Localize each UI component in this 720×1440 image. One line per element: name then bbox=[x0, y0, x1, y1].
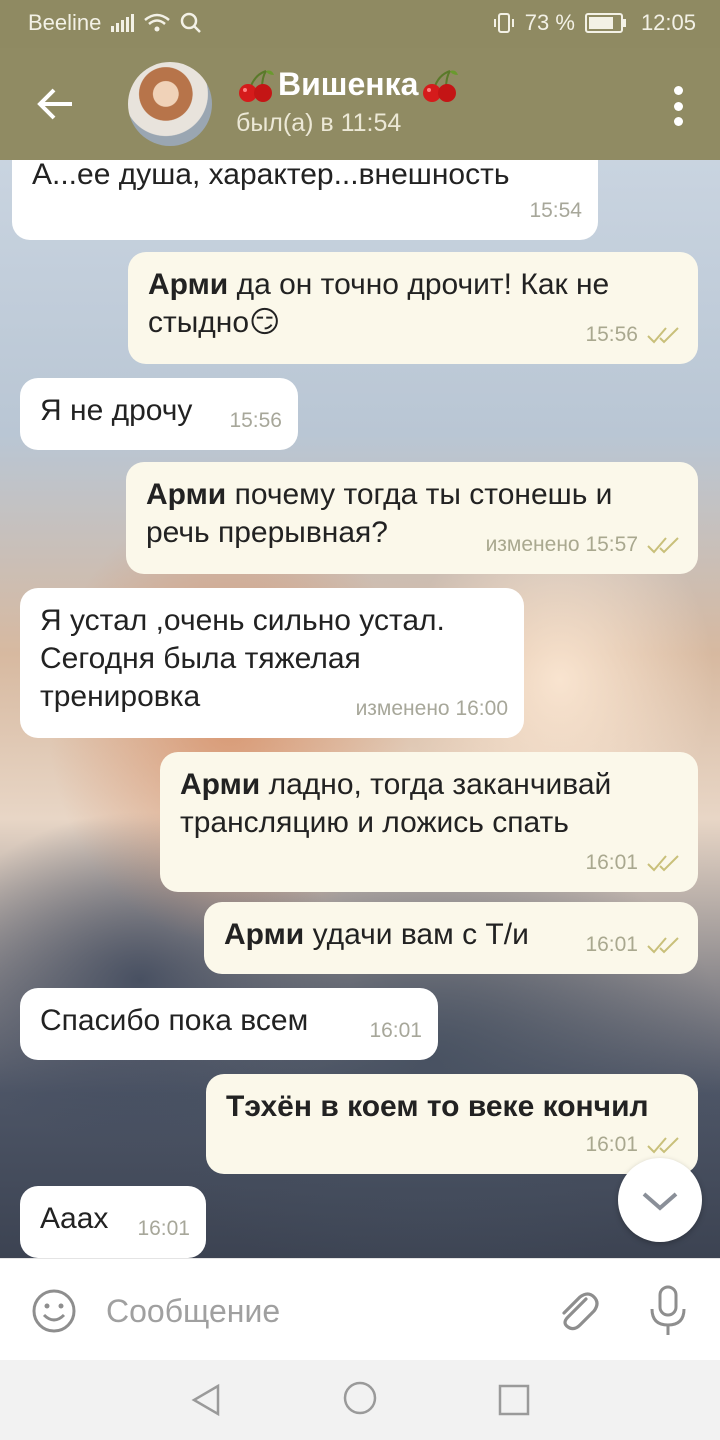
chat-header: Вишенка был(а) в 11:54 bbox=[0, 48, 720, 160]
message-time: 16:01 bbox=[137, 1217, 190, 1240]
read-ticks-icon bbox=[647, 937, 679, 954]
cherry-icon bbox=[239, 69, 274, 102]
scroll-to-bottom-button[interactable] bbox=[618, 1158, 702, 1242]
clock: 12:05 bbox=[640, 10, 696, 35]
message-time: 15:56 bbox=[229, 409, 282, 432]
message-text: Аaax bbox=[40, 1202, 109, 1235]
read-ticks-icon bbox=[647, 327, 679, 344]
message-bubble[interactable]: Арми удачи вам с Т/и 16:01 bbox=[204, 902, 698, 974]
battery-percent: 73 % bbox=[524, 10, 575, 35]
nav-recents-icon[interactable] bbox=[494, 1380, 534, 1420]
avatar[interactable] bbox=[128, 62, 212, 146]
message-bubble[interactable]: Аaax 16:01 bbox=[20, 1186, 206, 1258]
battery-icon bbox=[584, 13, 626, 33]
cherry-icon bbox=[423, 69, 459, 102]
nav-back-icon[interactable] bbox=[186, 1380, 226, 1420]
wifi-icon bbox=[144, 13, 171, 32]
message-text: А...ее душа, характер...внешность bbox=[32, 160, 510, 191]
message-time: 15:56 bbox=[585, 323, 638, 346]
microphone-icon[interactable] bbox=[646, 1283, 690, 1337]
message-bubble[interactable]: Арми ладно, тогда заканчивай трансляцию … bbox=[160, 752, 698, 892]
message-sender: Арми bbox=[146, 478, 227, 511]
emoji-icon[interactable] bbox=[30, 1287, 78, 1335]
message-time: 16:01 bbox=[585, 851, 638, 874]
message-text: удачи вам с Т/и bbox=[304, 918, 529, 951]
read-ticks-icon bbox=[647, 855, 679, 872]
message-bubble[interactable]: Спасибо пока всем 16:01 bbox=[20, 988, 438, 1060]
more-menu-icon[interactable] bbox=[672, 86, 684, 126]
message-time: изменено 15:57 bbox=[485, 533, 638, 556]
message-bubble[interactable]: Арми почему тогда ты стонешь и речь прер… bbox=[126, 462, 698, 574]
search-icon bbox=[181, 12, 202, 33]
message-text: Я не дрочу bbox=[40, 394, 193, 427]
message-composer bbox=[0, 1258, 720, 1361]
message-bubble[interactable]: А...ее душа, характер...внешность 15:54 bbox=[12, 160, 598, 240]
system-nav-bar bbox=[0, 1360, 720, 1440]
back-arrow-icon[interactable] bbox=[32, 82, 80, 126]
message-time: изменено 16:00 bbox=[355, 697, 508, 720]
status-bar: Beeline 73 % 12:05 bbox=[0, 0, 720, 48]
chat-title-block[interactable]: Вишенка был(а) в 11:54 bbox=[236, 66, 460, 138]
chevron-down-icon bbox=[642, 1192, 678, 1211]
message-bubble[interactable]: Я не дрочу 15:56 bbox=[20, 378, 298, 450]
chat-title-text: Вишенка bbox=[278, 66, 419, 102]
chat-title: Вишенка bbox=[236, 66, 460, 103]
message-text: Спасибо пока всем bbox=[40, 1004, 309, 1037]
nav-home-icon[interactable] bbox=[340, 1378, 380, 1418]
message-list[interactable]: А...ее душа, характер...внешность 15:54 … bbox=[0, 160, 720, 1258]
vibrate-icon bbox=[493, 13, 514, 33]
message-sender: Арми bbox=[224, 918, 305, 951]
message-bubble[interactable]: Я устал ,очень сильно устал. Сегодня был… bbox=[20, 588, 524, 738]
signal-icon bbox=[111, 14, 135, 32]
read-ticks-icon bbox=[647, 537, 679, 554]
message-text: Тэхён в коем то веке кончил bbox=[226, 1090, 649, 1123]
message-input[interactable] bbox=[104, 1283, 528, 1339]
message-bubble[interactable]: Арми да он точно дрочит! Как не стыдно😏 … bbox=[128, 252, 698, 364]
read-ticks-icon bbox=[647, 1137, 679, 1154]
message-time: 16:01 bbox=[369, 1019, 422, 1042]
carrier-name: Beeline bbox=[28, 10, 102, 35]
last-seen-status: был(а) в 11:54 bbox=[236, 109, 402, 137]
paperclip-icon[interactable] bbox=[552, 1285, 600, 1335]
message-time: 16:01 bbox=[585, 933, 638, 956]
message-sender: Арми bbox=[148, 268, 229, 301]
message-time: 15:54 bbox=[529, 199, 582, 222]
message-sender: Арми bbox=[180, 768, 261, 801]
